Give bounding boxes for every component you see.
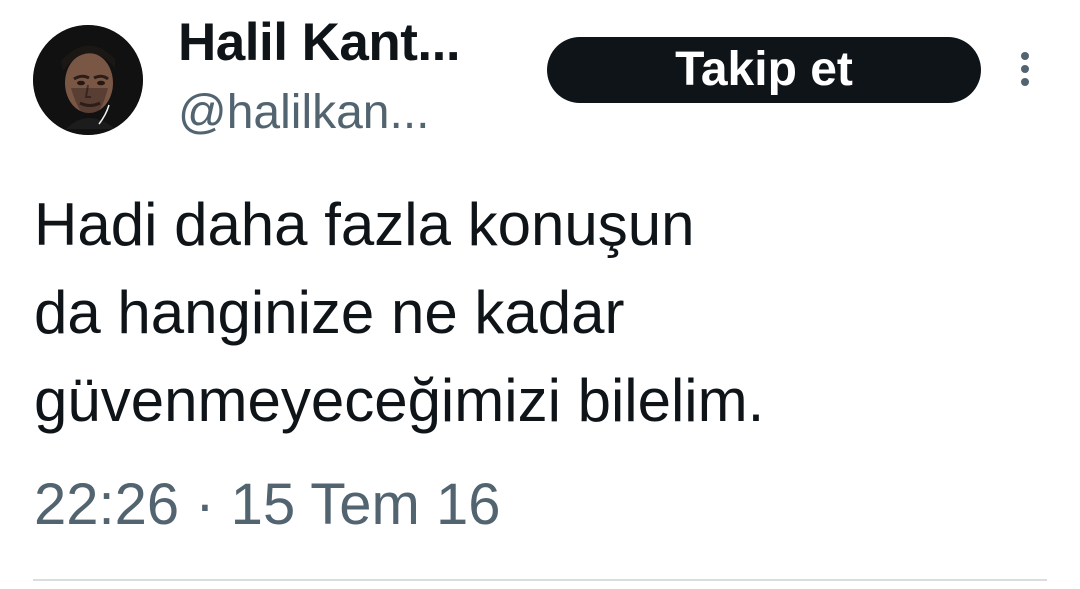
author-handle[interactable]: @halilkan... (178, 85, 430, 140)
more-options-button[interactable] (1008, 48, 1042, 90)
tweet-divider (33, 579, 1047, 581)
tweet-text: Hadi daha fazla konuşun da hanginize ne … (34, 181, 934, 445)
tweet-line-1: Hadi daha fazla konuşun (34, 191, 695, 258)
partial-top-icons (176, 0, 272, 4)
more-vertical-icon (1021, 52, 1029, 86)
tweet-line-2: da hanginize ne kadar (34, 279, 625, 346)
user-avatar[interactable] (33, 25, 143, 135)
tweet-timestamp[interactable]: 22:26 · 15 Tem 16 (34, 471, 500, 538)
tweet-line-3: güvenmeyeceğimizi bilelim. (34, 367, 765, 434)
author-name[interactable]: Halil Kant... (178, 12, 461, 73)
follow-button[interactable]: Takip et (547, 37, 981, 103)
avatar-image (33, 25, 143, 135)
